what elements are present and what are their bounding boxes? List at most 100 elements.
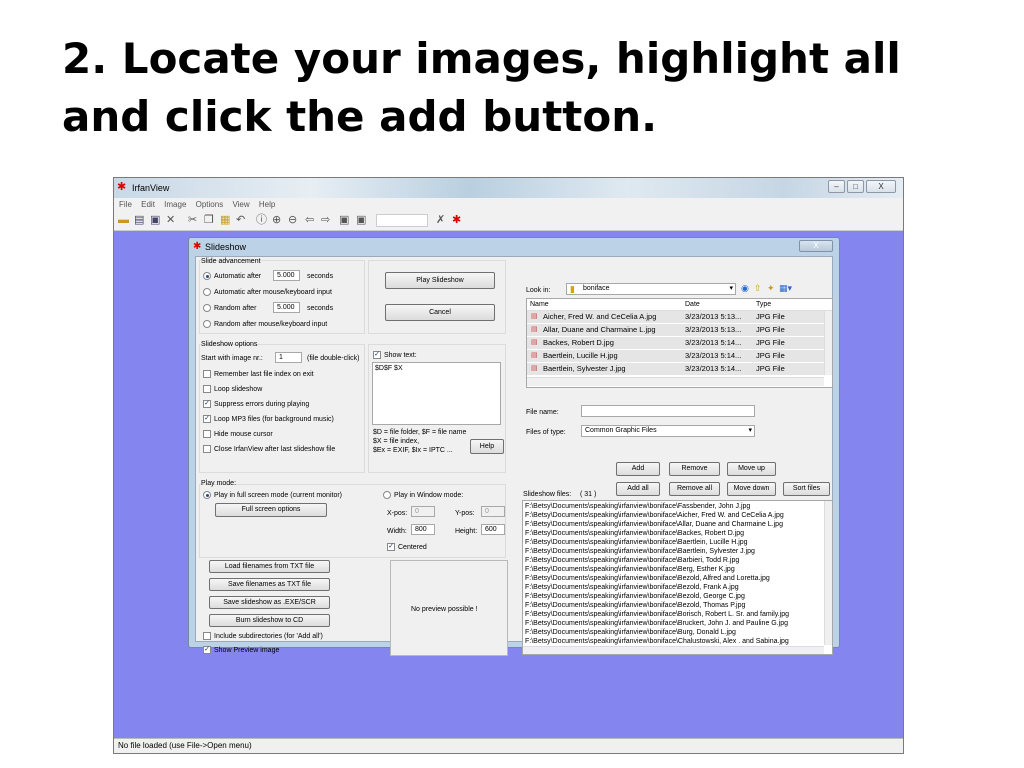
- radio-auto-mouse[interactable]: [203, 288, 211, 296]
- move-up-button[interactable]: Move up: [727, 462, 776, 476]
- radio-automatic[interactable]: [203, 272, 211, 280]
- delete-icon[interactable]: ✕: [166, 214, 175, 227]
- radio-fullscreen[interactable]: [203, 491, 211, 499]
- menu-options[interactable]: Options: [196, 200, 224, 209]
- ypos-input[interactable]: 0: [481, 506, 505, 517]
- file-row[interactable]: ▤ Aicher, Fred W. and CeCelia A.jpg 3/23…: [527, 311, 824, 324]
- list-item[interactable]: F:\Betsy\Documents\speaking\irfanview\bo…: [525, 610, 789, 619]
- list-item[interactable]: F:\Betsy\Documents\speaking\irfanview\bo…: [525, 619, 788, 628]
- back-icon[interactable]: ◉: [741, 284, 749, 293]
- checkbox-loop[interactable]: [203, 385, 211, 393]
- full-screen-options-button[interactable]: Full screen options: [215, 503, 327, 517]
- undo-icon[interactable]: ↶: [236, 214, 245, 227]
- play-slideshow-button[interactable]: Play Slideshow: [385, 272, 495, 289]
- list-item[interactable]: F:\Betsy\Documents\speaking\irfanview\bo…: [525, 547, 755, 556]
- file-row[interactable]: ▤ Baertlein, Lucille H.jpg 3/23/2013 5:1…: [527, 350, 824, 363]
- save-icon[interactable]: ▣: [150, 214, 160, 227]
- file-list-vertical-scrollbar[interactable]: [824, 311, 832, 375]
- checkbox-show-preview[interactable]: ✓: [203, 646, 211, 654]
- radio-random-mouse[interactable]: [203, 320, 211, 328]
- info-icon[interactable]: ⓘ: [256, 214, 267, 227]
- new-folder-icon[interactable]: ✦: [767, 284, 775, 293]
- slideshow-files-vertical-scrollbar[interactable]: [824, 501, 832, 645]
- list-item[interactable]: F:\Betsy\Documents\speaking\irfanview\bo…: [525, 637, 789, 646]
- height-input[interactable]: 600: [481, 524, 505, 535]
- checkbox-loop-mp3[interactable]: ✓: [203, 415, 211, 423]
- list-item[interactable]: F:\Betsy\Documents\speaking\irfanview\bo…: [525, 592, 745, 601]
- slideshow-files-horizontal-scrollbar[interactable]: [523, 646, 824, 654]
- checkbox-hide-cursor[interactable]: [203, 430, 211, 438]
- files-of-type-select[interactable]: Common Graphic Files ▾: [581, 425, 755, 437]
- checkbox-centered[interactable]: ✓: [387, 543, 395, 551]
- list-item[interactable]: F:\Betsy\Documents\speaking\irfanview\bo…: [525, 574, 770, 583]
- window-titlebar[interactable]: ✱ IrfanView – □ X: [114, 178, 903, 198]
- checkbox-show-text[interactable]: ✓: [373, 351, 381, 359]
- paste-icon[interactable]: ▦: [220, 214, 230, 227]
- column-type[interactable]: Type: [756, 299, 771, 310]
- cancel-button[interactable]: Cancel: [385, 304, 495, 321]
- show-text-input[interactable]: $D$F $X: [372, 362, 501, 425]
- list-item[interactable]: F:\Betsy\Documents\speaking\irfanview\bo…: [525, 511, 784, 520]
- file-row[interactable]: ▤ Baertlein, Sylvester J.jpg 3/23/2013 5…: [527, 363, 824, 376]
- look-in-select[interactable]: ▮ boniface ▾: [566, 283, 736, 295]
- list-item[interactable]: F:\Betsy\Documents\speaking\irfanview\bo…: [525, 529, 744, 538]
- checkbox-suppress-errors[interactable]: ✓: [203, 400, 211, 408]
- list-item[interactable]: F:\Betsy\Documents\speaking\irfanview\bo…: [525, 556, 739, 565]
- burn-cd-button[interactable]: Burn slideshow to CD: [209, 614, 330, 627]
- zoom-out-icon[interactable]: ⊖: [288, 214, 297, 227]
- sort-files-button[interactable]: Sort files: [783, 482, 830, 496]
- menu-edit[interactable]: Edit: [141, 200, 155, 209]
- up-folder-icon[interactable]: ⇧: [754, 284, 762, 293]
- slideshow-icon[interactable]: ▤: [134, 214, 144, 227]
- auto-seconds-input[interactable]: 5.000: [273, 270, 300, 281]
- maximize-button[interactable]: □: [847, 180, 864, 193]
- toolbar-field[interactable]: [376, 214, 428, 227]
- menu-image[interactable]: Image: [164, 200, 186, 209]
- save-exe-button[interactable]: Save slideshow as .EXE/SCR: [209, 596, 330, 609]
- list-item[interactable]: F:\Betsy\Documents\speaking\irfanview\bo…: [525, 502, 750, 511]
- list-item[interactable]: F:\Betsy\Documents\speaking\irfanview\bo…: [525, 565, 735, 574]
- remove-button[interactable]: Remove: [669, 462, 720, 476]
- file-name-input[interactable]: [581, 405, 755, 417]
- file-list-horizontal-scrollbar[interactable]: [527, 377, 824, 386]
- list-item[interactable]: F:\Betsy\Documents\speaking\irfanview\bo…: [525, 538, 748, 547]
- random-seconds-input[interactable]: 5.000: [273, 302, 300, 313]
- add-all-button[interactable]: Add all: [616, 482, 660, 496]
- radio-window-mode[interactable]: [383, 491, 391, 499]
- cut-icon[interactable]: ✂: [188, 214, 197, 227]
- xpos-input[interactable]: 0: [411, 506, 435, 517]
- first-page-icon[interactable]: ▣: [339, 214, 349, 227]
- column-name[interactable]: Name: [530, 299, 549, 310]
- menu-help[interactable]: Help: [259, 200, 275, 209]
- list-item[interactable]: F:\Betsy\Documents\speaking\irfanview\bo…: [525, 520, 783, 529]
- settings-icon[interactable]: ✗: [436, 214, 445, 227]
- move-down-button[interactable]: Move down: [727, 482, 776, 496]
- zoom-in-icon[interactable]: ⊕: [272, 214, 281, 227]
- start-image-input[interactable]: 1: [275, 352, 302, 363]
- view-menu-icon[interactable]: ▦▾: [779, 284, 792, 293]
- load-txt-button[interactable]: Load filenames from TXT file: [209, 560, 330, 573]
- checkbox-remember[interactable]: [203, 370, 211, 378]
- irfanview-logo-icon[interactable]: ✱: [452, 214, 461, 227]
- checkbox-include-subdirs[interactable]: [203, 632, 211, 640]
- next-icon[interactable]: ⇨: [321, 214, 330, 227]
- help-button[interactable]: Help: [470, 439, 504, 454]
- open-icon[interactable]: ▬: [118, 214, 129, 227]
- file-row[interactable]: ▤ Allar, Duane and Charmaine L.jpg 3/23/…: [527, 324, 824, 337]
- menu-view[interactable]: View: [232, 200, 249, 209]
- checkbox-close-after[interactable]: [203, 445, 211, 453]
- close-button[interactable]: X: [866, 180, 896, 193]
- list-item[interactable]: F:\Betsy\Documents\speaking\irfanview\bo…: [525, 601, 745, 610]
- copy-icon[interactable]: ❐: [204, 214, 214, 227]
- list-item[interactable]: F:\Betsy\Documents\speaking\irfanview\bo…: [525, 583, 739, 592]
- dialog-close-button[interactable]: X: [799, 240, 833, 252]
- menu-file[interactable]: File: [119, 200, 132, 209]
- save-txt-button[interactable]: Save filenames as TXT file: [209, 578, 330, 591]
- column-date[interactable]: Date: [685, 299, 700, 310]
- add-button[interactable]: Add: [616, 462, 660, 476]
- file-row[interactable]: ▤ Backes, Robert D.jpg 3/23/2013 5:14...…: [527, 337, 824, 350]
- minimize-button[interactable]: –: [828, 180, 845, 193]
- last-page-icon[interactable]: ▣: [356, 214, 366, 227]
- previous-icon[interactable]: ⇦: [305, 214, 314, 227]
- list-item[interactable]: F:\Betsy\Documents\speaking\irfanview\bo…: [525, 628, 736, 637]
